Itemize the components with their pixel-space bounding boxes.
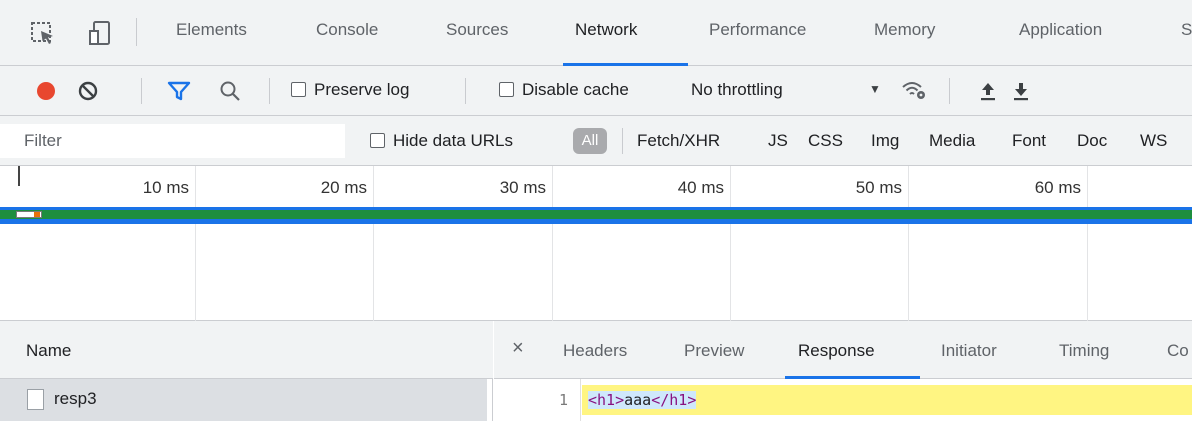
filter-icon[interactable] bbox=[167, 80, 191, 107]
tab-headers[interactable]: Headers bbox=[563, 341, 627, 361]
filter-divider bbox=[622, 128, 623, 154]
filter-type-img[interactable]: Img bbox=[871, 131, 899, 151]
timeline-tick-label: 50 ms bbox=[855, 178, 902, 197]
name-column-header[interactable]: Name bbox=[0, 321, 493, 379]
table-row[interactable]: resp3 bbox=[0, 379, 487, 421]
tab-console[interactable]: Console bbox=[316, 20, 378, 40]
checkbox-box[interactable] bbox=[370, 133, 385, 148]
tab-initiator[interactable]: Initiator bbox=[941, 341, 997, 361]
response-code[interactable]: <h1>aaa</h1> bbox=[588, 385, 697, 415]
toolbar-divider bbox=[949, 78, 950, 104]
timeline-gridline bbox=[552, 166, 553, 321]
timeline-gridline bbox=[1087, 166, 1088, 321]
response-code-line[interactable]: 1 <h1>aaa</h1> bbox=[494, 379, 1192, 421]
html-open-tag: <h1> bbox=[588, 391, 625, 409]
record-icon[interactable] bbox=[35, 80, 57, 107]
timeline-tick-label: 60 ms bbox=[1034, 178, 1081, 197]
tab-overflow[interactable]: S bbox=[1181, 20, 1192, 40]
tab-elements[interactable]: Elements bbox=[176, 20, 247, 40]
timeline-queueing-segment bbox=[34, 212, 40, 217]
preserve-log-label: Preserve log bbox=[314, 80, 410, 99]
checkbox-box[interactable] bbox=[499, 82, 514, 97]
timeline-tick-label: 30 ms bbox=[499, 178, 546, 197]
checkbox-box[interactable] bbox=[291, 82, 306, 97]
timeline-gridline bbox=[908, 166, 909, 321]
name-column-label: Name bbox=[26, 341, 72, 360]
search-icon[interactable] bbox=[219, 80, 241, 107]
toolbar-divider bbox=[141, 78, 142, 104]
timeline-start-marker bbox=[18, 166, 20, 186]
filter-bar: Hide data URLs All Fetch/XHR JS CSS Img … bbox=[0, 116, 1192, 166]
export-har-icon[interactable] bbox=[1011, 80, 1031, 107]
document-icon bbox=[27, 389, 44, 410]
tab-application[interactable]: Application bbox=[1019, 20, 1102, 40]
tab-preview[interactable]: Preview bbox=[684, 341, 744, 361]
timeline-gridline bbox=[373, 166, 374, 321]
filter-type-css[interactable]: CSS bbox=[808, 131, 843, 151]
toolbar-divider bbox=[269, 78, 270, 104]
timeline-tick-label: 40 ms bbox=[677, 178, 724, 197]
tab-performance[interactable]: Performance bbox=[709, 20, 806, 40]
html-content: aaa bbox=[624, 391, 652, 409]
clear-icon[interactable] bbox=[77, 80, 99, 107]
html-close-tag: </h1> bbox=[651, 391, 697, 409]
network-toolbar: Preserve log Disable cache No throttling… bbox=[0, 66, 1192, 116]
network-conditions-icon[interactable] bbox=[900, 78, 928, 107]
device-toolbar-icon[interactable] bbox=[88, 20, 114, 51]
filter-type-ws[interactable]: WS bbox=[1140, 131, 1167, 151]
throttling-label: No throttling bbox=[691, 80, 783, 99]
timeline-tick-label: 10 ms bbox=[142, 178, 189, 197]
tab-divider bbox=[136, 18, 137, 46]
tab-network[interactable]: Network bbox=[575, 20, 637, 40]
disable-cache-label: Disable cache bbox=[522, 80, 629, 99]
hide-data-urls-checkbox[interactable]: Hide data URLs bbox=[370, 131, 513, 151]
tab-overflow[interactable]: Co bbox=[1167, 341, 1189, 361]
request-name: resp3 bbox=[54, 389, 97, 408]
request-list: Name resp3 bbox=[0, 321, 493, 421]
inspect-icon[interactable] bbox=[30, 20, 56, 51]
toolbar-divider bbox=[465, 78, 466, 104]
request-details-panel: × Headers Preview Response Initiator Tim… bbox=[494, 321, 1192, 421]
preserve-log-checkbox[interactable]: Preserve log bbox=[291, 80, 409, 100]
hide-data-urls-label: Hide data URLs bbox=[393, 131, 514, 150]
filter-type-media[interactable]: Media bbox=[929, 131, 975, 151]
close-icon[interactable]: × bbox=[512, 337, 524, 360]
tab-sources[interactable]: Sources bbox=[446, 20, 508, 40]
details-tabbar: × Headers Preview Response Initiator Tim… bbox=[494, 321, 1192, 379]
line-number: 1 bbox=[494, 379, 581, 421]
filter-type-fetch-xhr[interactable]: Fetch/XHR bbox=[637, 131, 720, 151]
filter-type-doc[interactable]: Doc bbox=[1077, 131, 1107, 151]
filter-type-all[interactable]: All bbox=[573, 128, 607, 154]
network-overview-timeline[interactable]: 10 ms 20 ms 30 ms 40 ms 50 ms 60 ms bbox=[0, 166, 1192, 321]
throttling-select[interactable]: No throttling bbox=[691, 80, 783, 100]
devtools-tabbar: Elements Console Sources Network Perform… bbox=[0, 0, 1192, 66]
timeline-tick-label: 20 ms bbox=[320, 178, 367, 197]
tab-response[interactable]: Response bbox=[798, 341, 875, 361]
timeline-gridline bbox=[730, 166, 731, 321]
disable-cache-checkbox[interactable]: Disable cache bbox=[499, 80, 629, 100]
filter-type-font[interactable]: Font bbox=[1012, 131, 1046, 151]
filter-input[interactable] bbox=[0, 124, 345, 158]
tab-timing[interactable]: Timing bbox=[1059, 341, 1109, 361]
tab-memory[interactable]: Memory bbox=[874, 20, 935, 40]
filter-type-js[interactable]: JS bbox=[768, 131, 788, 151]
timeline-waiting-bar bbox=[0, 219, 1192, 224]
chevron-down-icon[interactable]: ▼ bbox=[869, 82, 881, 96]
import-har-icon[interactable] bbox=[978, 80, 998, 107]
timeline-gridline bbox=[195, 166, 196, 321]
timeline-receiving-bar bbox=[0, 210, 1192, 219]
